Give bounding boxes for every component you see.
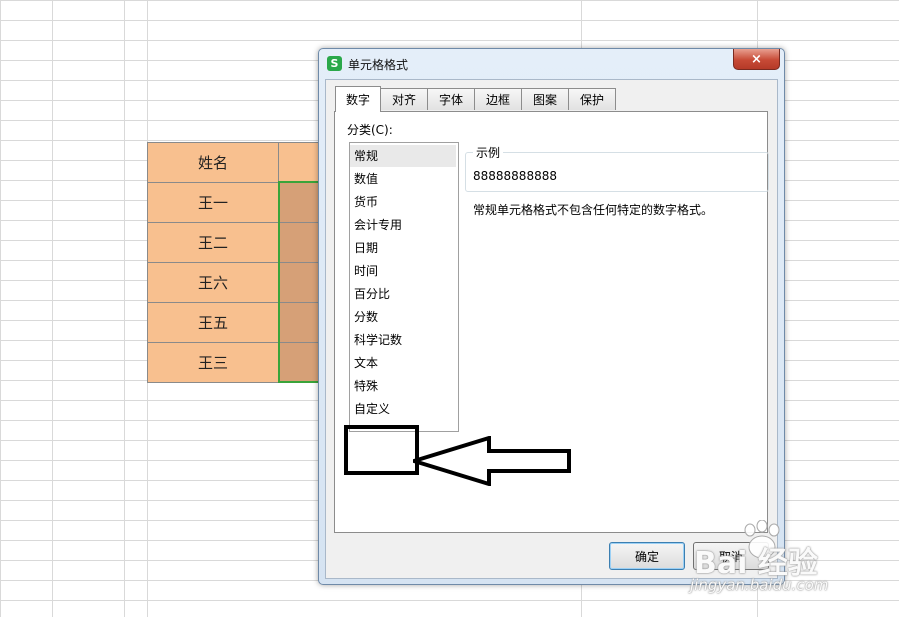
tab-number[interactable]: 数字 <box>335 86 381 112</box>
category-item-general[interactable]: 常规 <box>350 145 456 167</box>
number-tab-panel: 分类(C): 常规 数值 货币 会计专用 日期 时间 百分比 分数 科学记数 文… <box>334 111 769 533</box>
tab-border[interactable]: 边框 <box>474 88 522 110</box>
category-listbox[interactable]: 常规 数值 货币 会计专用 日期 时间 百分比 分数 科学记数 文本 特殊 自定… <box>349 142 459 432</box>
value-cell[interactable] <box>278 262 322 303</box>
sample-value: 88888888888 <box>473 169 557 183</box>
value-cell[interactable] <box>278 342 322 383</box>
dialog-client-area: 数字 对齐 字体 边框 图案 保护 分类(C): 常规 数值 货币 会计专用 日… <box>325 79 778 579</box>
dialog-title: 单元格格式 <box>348 58 409 72</box>
header-cell-empty[interactable] <box>278 142 322 183</box>
category-item-accounting[interactable]: 会计专用 <box>350 214 456 236</box>
tab-font[interactable]: 字体 <box>427 88 475 110</box>
value-cell[interactable] <box>278 222 322 263</box>
arrow-left-icon <box>413 436 571 486</box>
category-item-time[interactable]: 时间 <box>350 260 456 282</box>
dialog-titlebar[interactable]: S 单元格格式 × <box>319 49 784 77</box>
close-icon: × <box>751 51 762 67</box>
close-button[interactable]: × <box>733 49 780 70</box>
name-cell[interactable]: 王二 <box>147 222 279 263</box>
name-cell[interactable]: 王六 <box>147 262 279 303</box>
category-item-number[interactable]: 数值 <box>350 168 456 190</box>
sample-label: 示例 <box>473 144 504 161</box>
category-item-currency[interactable]: 货币 <box>350 191 456 213</box>
category-item-date[interactable]: 日期 <box>350 237 456 259</box>
format-cells-dialog: S 单元格格式 × 数字 对齐 字体 边框 图案 保护 分类(C): 常规 数值… <box>318 48 785 585</box>
category-item-custom[interactable]: 自定义 <box>350 398 456 420</box>
name-cell[interactable]: 王一 <box>147 182 279 223</box>
name-cell[interactable]: 王三 <box>147 342 279 383</box>
name-cell[interactable]: 王五 <box>147 302 279 343</box>
cancel-button[interactable]: 取消 <box>693 542 769 570</box>
category-item-percentage[interactable]: 百分比 <box>350 283 456 305</box>
annotation-highlight-box <box>344 425 419 475</box>
category-item-text[interactable]: 文本 <box>350 352 456 374</box>
category-label: 分类(C): <box>347 123 393 137</box>
tab-protection[interactable]: 保护 <box>568 88 616 110</box>
category-item-scientific[interactable]: 科学记数 <box>350 329 456 351</box>
tab-alignment[interactable]: 对齐 <box>380 88 428 110</box>
category-item-fraction[interactable]: 分数 <box>350 306 456 328</box>
grid-column-line <box>52 0 53 617</box>
value-cell[interactable] <box>278 302 322 343</box>
value-cell[interactable] <box>278 182 322 223</box>
tab-pattern[interactable]: 图案 <box>521 88 569 110</box>
wps-spreadsheet-icon: S <box>327 56 342 71</box>
grid-column-line <box>124 0 125 617</box>
category-item-special[interactable]: 特殊 <box>350 375 456 397</box>
format-description: 常规单元格格式不包含任何特定的数字格式。 <box>473 203 714 217</box>
ok-button[interactable]: 确定 <box>609 542 685 570</box>
header-cell-name[interactable]: 姓名 <box>147 142 279 183</box>
